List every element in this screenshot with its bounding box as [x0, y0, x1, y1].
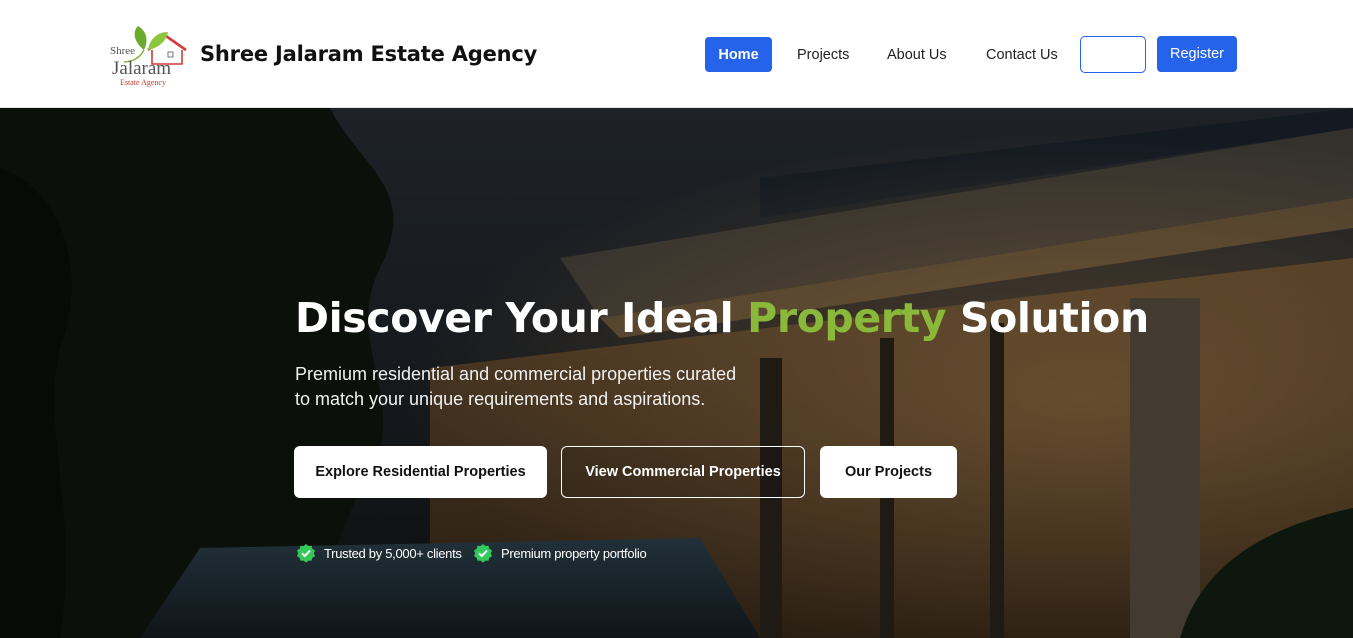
check-badge-icon — [474, 544, 492, 563]
register-button[interactable]: Register — [1157, 36, 1237, 72]
logo-graphic: Shree Jalaram Estate Agency — [110, 26, 187, 87]
logo-text-top: Shree — [110, 45, 135, 57]
explore-residential-button[interactable]: Explore Residential Properties — [294, 446, 547, 498]
nav-contact-link[interactable]: Contact Us — [986, 37, 1058, 72]
logo-text-main: Jalaram — [112, 58, 171, 79]
brand-name[interactable]: Shree Jalaram Estate Agency — [200, 42, 537, 66]
hero-title-part1: Discover Your Ideal — [295, 294, 748, 342]
hero-title: Discover Your Ideal Property Solution — [295, 294, 1149, 342]
trust-text-portfolio: Premium property portfolio — [501, 545, 647, 561]
company-logo[interactable]: Shree Jalaram Estate Agency — [108, 24, 192, 88]
login-button[interactable] — [1080, 36, 1146, 73]
hero-title-accent: Property — [747, 294, 947, 342]
logo-text-bottom: Estate Agency — [120, 78, 166, 87]
our-projects-button[interactable]: Our Projects — [820, 446, 957, 498]
hero-section: Discover Your Ideal Property Solution Pr… — [0, 108, 1353, 638]
nav-about-link[interactable]: About Us — [887, 37, 947, 72]
site-header: Shree Jalaram Estate Agency Shree Jalara… — [0, 0, 1353, 108]
trust-text-clients: Trusted by 5,000+ clients — [324, 545, 462, 561]
trust-item-portfolio: Premium property portfolio — [473, 542, 647, 564]
hero-title-part2: Solution — [946, 294, 1149, 342]
check-badge-icon — [297, 544, 315, 563]
nav-home-button[interactable]: Home — [705, 37, 772, 72]
nav-projects-link[interactable]: Projects — [797, 37, 849, 72]
trust-item-clients: Trusted by 5,000+ clients — [296, 542, 462, 564]
hero-subtitle: Premium residential and commercial prope… — [295, 364, 737, 409]
view-commercial-button[interactable]: View Commercial Properties — [561, 446, 805, 498]
